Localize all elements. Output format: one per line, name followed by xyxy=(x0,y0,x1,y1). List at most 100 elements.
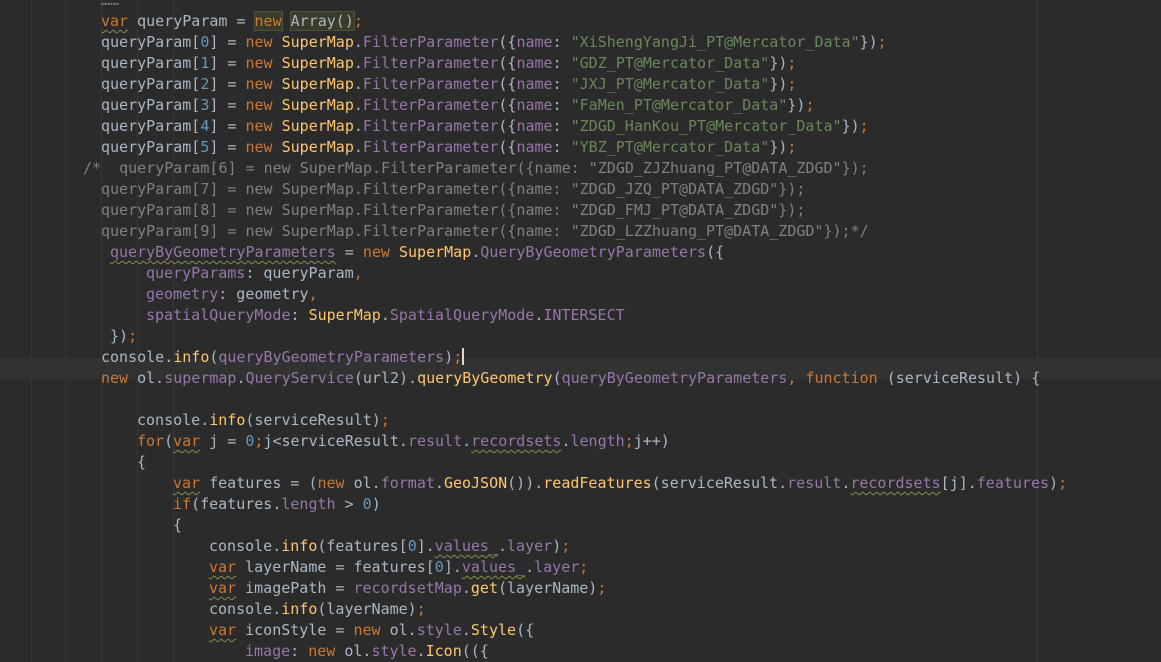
code-token: . xyxy=(498,537,508,555)
code-token: QueryByGeometryParameters xyxy=(480,243,707,261)
code-line[interactable]: var features = (new ol.format.GeoJSON())… xyxy=(173,473,1067,494)
code-token: : xyxy=(552,96,571,114)
code-line[interactable]: queryParam[0] = new SuperMap.FilterParam… xyxy=(101,32,887,53)
code-token: . xyxy=(841,474,851,492)
code-token: FilterParameter xyxy=(362,54,499,72)
code-line[interactable]: queryParams: queryParam, xyxy=(146,263,363,284)
code-token: }) xyxy=(787,96,806,114)
code-token: : xyxy=(552,33,571,51)
code-token: "ZDGD_HanKou_PT@Mercator_Data" xyxy=(570,117,842,135)
code-token: name xyxy=(516,75,553,93)
code-line[interactable]: { xyxy=(173,515,182,536)
code-token: name xyxy=(516,138,553,156)
code-token: geometry xyxy=(146,285,219,303)
code-line[interactable]: queryByGeometryParameters = new SuperMap… xyxy=(110,242,724,263)
code-token: ; xyxy=(787,75,797,93)
code-line[interactable]: console.info(serviceResult); xyxy=(137,410,390,431)
code-token: . xyxy=(380,306,390,324)
code-token: ]. xyxy=(443,558,462,576)
code-token: new xyxy=(353,621,390,639)
code-token: GeoJSON xyxy=(443,474,508,492)
code-token: ) xyxy=(1049,474,1059,492)
code-token: SuperMap xyxy=(281,75,354,93)
code-token: ({ xyxy=(498,33,517,51)
code-token: ; xyxy=(416,600,426,618)
code-token: INTERSECT xyxy=(543,306,625,324)
code-token: (serviceResult. xyxy=(651,474,788,492)
code-token: . xyxy=(461,621,471,639)
code-line[interactable]: console.info(layerName); xyxy=(209,599,426,620)
code-token: features = ( xyxy=(200,474,318,492)
code-editor[interactable]: …… var queryParam = new Array(); queryPara… xyxy=(0,0,1161,662)
code-line[interactable]: image: new ol.style.Icon(({ xyxy=(245,641,489,662)
code-token: ( xyxy=(552,369,562,387)
code-line[interactable]: queryParam[7] = new SuperMap.FilterParam… xyxy=(101,179,805,200)
code-token: FilterParameter xyxy=(362,75,499,93)
code-token: layerName = features[ xyxy=(236,558,435,576)
code-token: style xyxy=(416,621,462,639)
code-token: var xyxy=(101,12,129,30)
code-token: SpatialQueryMode xyxy=(389,306,535,324)
code-line[interactable]: var queryParam = new Array(); xyxy=(101,11,363,32)
code-line[interactable]: queryParam[9] = new SuperMap.FilterParam… xyxy=(101,221,869,242)
code-token: imagePath = xyxy=(236,579,354,597)
code-token: . xyxy=(462,432,472,450)
code-line[interactable]: if(features.length > 0) xyxy=(173,494,381,515)
code-line[interactable]: }); xyxy=(110,326,137,347)
code-token: queryParam[ xyxy=(101,138,201,156)
code-token: . xyxy=(353,33,363,51)
code-token: ; xyxy=(787,54,797,72)
code-line[interactable]: console.info(queryByGeometryParameters); xyxy=(101,347,465,368)
code-token: FilterParameter xyxy=(362,138,499,156)
code-token: ()). xyxy=(507,474,544,492)
code-line[interactable]: /* queryParam[6] = new SuperMap.FilterPa… xyxy=(83,158,869,179)
code-token: name xyxy=(516,33,553,51)
code-line[interactable]: new ol.supermap.QueryService(url2).query… xyxy=(101,368,1040,389)
code-line[interactable]: { xyxy=(137,452,146,473)
code-token: : geometry xyxy=(218,285,309,303)
code-line[interactable]: spatialQueryMode: SuperMap.SpatialQueryM… xyxy=(146,305,625,326)
code-token: console. xyxy=(209,600,282,618)
code-token: SuperMap xyxy=(281,54,354,72)
code-token: ]. xyxy=(416,537,435,555)
code-line[interactable]: for(var j = 0;j<serviceResult.result.rec… xyxy=(137,431,670,452)
code-token: SuperMap xyxy=(281,117,354,135)
code-token: info xyxy=(173,348,210,366)
code-token: , xyxy=(787,369,806,387)
code-line[interactable]: queryParam[3] = new SuperMap.FilterParam… xyxy=(101,95,814,116)
code-token: console. xyxy=(101,348,174,366)
code-token: (layerName) xyxy=(317,600,417,618)
code-token: info xyxy=(281,600,318,618)
code-line[interactable]: console.info(features[0].values_.layer); xyxy=(209,536,570,557)
code-token: ({ xyxy=(498,138,517,156)
code-token: [j]. xyxy=(940,474,977,492)
code-token: : xyxy=(552,54,571,72)
code-line[interactable]: queryParam[8] = new SuperMap.FilterParam… xyxy=(101,200,805,221)
code-line[interactable]: queryParam[4] = new SuperMap.FilterParam… xyxy=(101,116,869,137)
code-token: ; xyxy=(877,33,887,51)
code-line[interactable]: …… xyxy=(101,0,119,11)
code-token: new xyxy=(362,243,399,261)
code-token: ) xyxy=(371,495,381,513)
code-token: ; xyxy=(380,411,390,429)
code-token: new xyxy=(245,33,282,51)
code-line[interactable]: var imagePath = recordsetMap.get(layerNa… xyxy=(209,578,606,599)
code-line[interactable]: geometry: geometry, xyxy=(146,284,318,305)
code-token: ] = xyxy=(209,33,246,51)
code-token: Style xyxy=(470,621,517,639)
code-token: Array() xyxy=(289,11,355,31)
code-line[interactable]: queryParam[2] = new SuperMap.FilterParam… xyxy=(101,74,796,95)
code-token: var xyxy=(209,621,237,639)
code-token: FilterParameter xyxy=(362,33,499,51)
code-line[interactable]: queryParam[1] = new SuperMap.FilterParam… xyxy=(101,53,796,74)
code-token: 0 xyxy=(407,537,417,555)
code-line[interactable]: var layerName = features[0].values_.laye… xyxy=(209,557,588,578)
code-line[interactable]: queryParam[5] = new SuperMap.FilterParam… xyxy=(101,137,796,158)
code-token: "YBZ_PT@Mercator_Data" xyxy=(570,138,770,156)
code-token: …… xyxy=(101,0,120,9)
code-line[interactable]: var iconStyle = new ol.style.Style({ xyxy=(209,620,534,641)
code-token: . xyxy=(353,117,363,135)
code-token: SuperMap xyxy=(308,306,381,324)
code-token: var xyxy=(209,579,237,597)
